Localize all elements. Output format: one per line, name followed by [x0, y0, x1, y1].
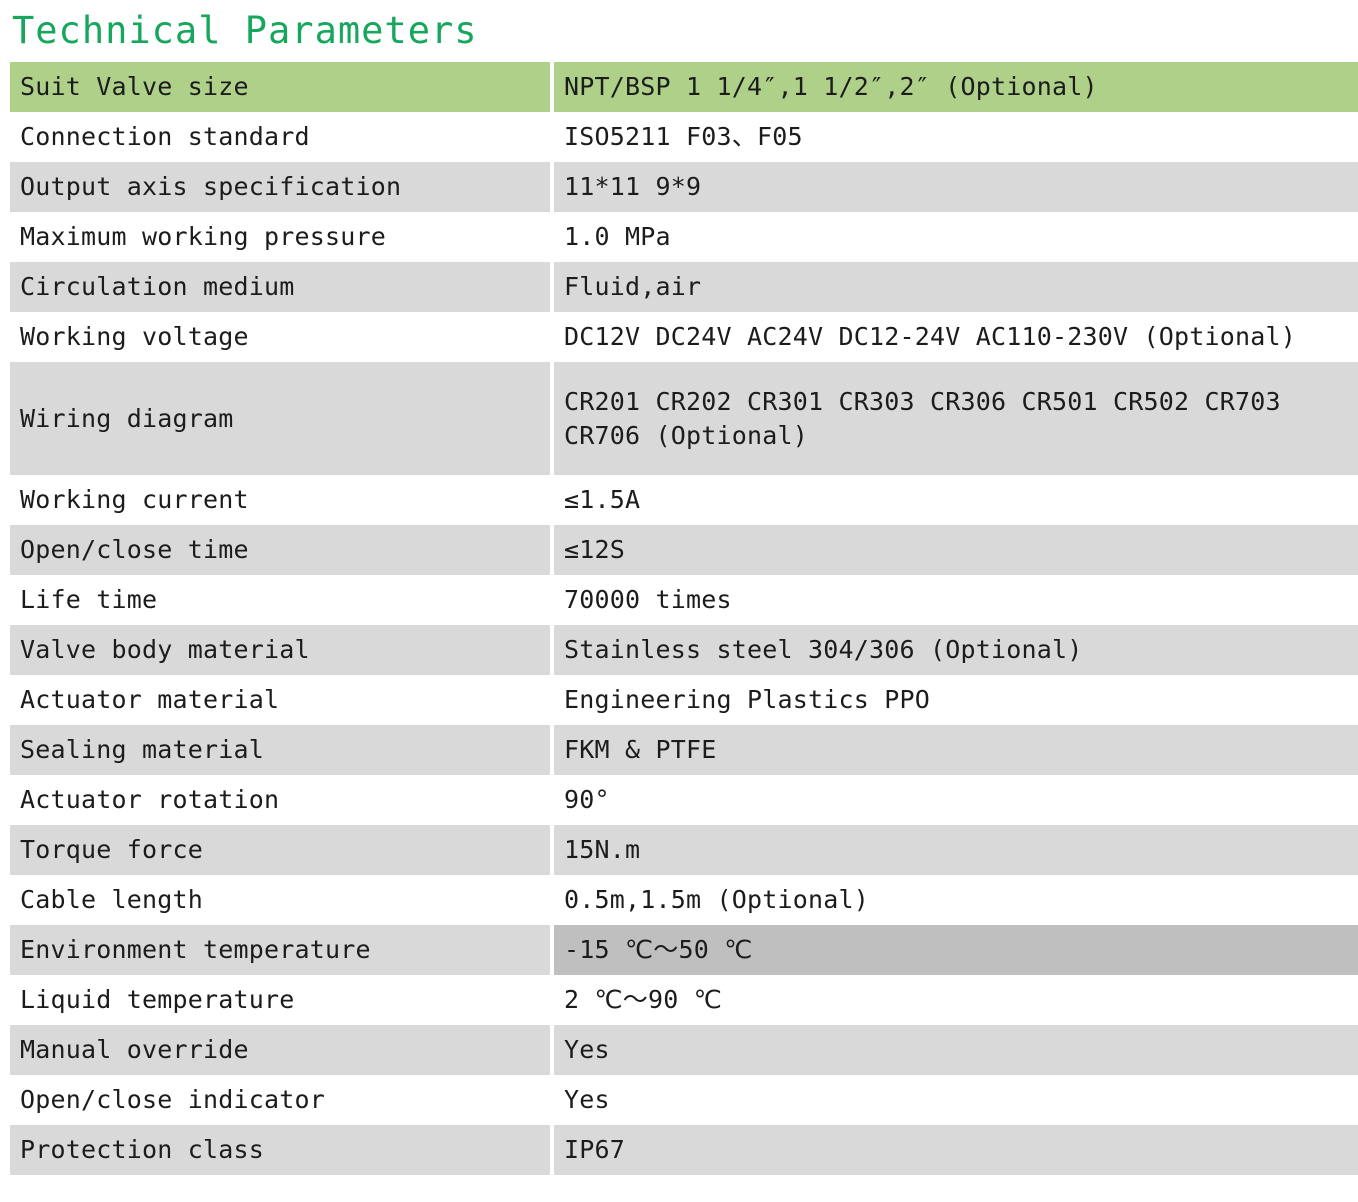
table-row: Working voltageDC12V DC24V AC24V DC12-24…	[10, 312, 1358, 362]
parameter-value: 1.0 MPa	[554, 212, 1358, 262]
parameter-label: Working current	[10, 475, 550, 525]
table-row: Actuator rotation90°	[10, 775, 1358, 825]
parameter-label: Sealing material	[10, 725, 550, 775]
table-body: Suit Valve sizeNPT/BSP 1 1/4″,1 1/2″,2″ …	[10, 62, 1358, 1175]
table-row: Liquid temperature2 ℃～90 ℃	[10, 975, 1358, 1025]
table-row: Open/close time≤12S	[10, 525, 1358, 575]
parameter-value: Yes	[554, 1075, 1358, 1125]
table-row: Circulation mediumFluid,air	[10, 262, 1358, 312]
table-row: Torque force15N.m	[10, 825, 1358, 875]
parameter-label: Environment temperature	[10, 925, 550, 975]
parameter-label: Protection class	[10, 1125, 550, 1175]
parameter-value: Engineering Plastics PPO	[554, 675, 1358, 725]
parameter-value: Fluid,air	[554, 262, 1358, 312]
parameter-value: 15N.m	[554, 825, 1358, 875]
parameter-label: Suit Valve size	[10, 62, 550, 112]
parameter-value: 11*11 9*9	[554, 162, 1358, 212]
parameter-value: 70000 times	[554, 575, 1358, 625]
table-row: Working current≤1.5A	[10, 475, 1358, 525]
parameter-label: Output axis specification	[10, 162, 550, 212]
parameter-label: Cable length	[10, 875, 550, 925]
parameter-value: CR201 CR202 CR301 CR303 CR306 CR501 CR50…	[554, 362, 1358, 475]
parameter-value: Yes	[554, 1025, 1358, 1075]
parameter-value: NPT/BSP 1 1/4″,1 1/2″,2″ (Optional)	[554, 62, 1358, 112]
parameter-value: IP67	[554, 1125, 1358, 1175]
table-row: Manual overrideYes	[10, 1025, 1358, 1075]
table-row: Connection standardISO5211 F03、F05	[10, 112, 1358, 162]
parameter-label: Liquid temperature	[10, 975, 550, 1025]
parameter-value: Stainless steel 304/306 (Optional)	[554, 625, 1358, 675]
parameter-label: Manual override	[10, 1025, 550, 1075]
parameter-value: FKM & PTFE	[554, 725, 1358, 775]
parameter-value: DC12V DC24V AC24V DC12-24V AC110-230V (O…	[554, 312, 1358, 362]
parameter-label: Wiring diagram	[10, 362, 550, 475]
parameter-value: -15 ℃～50 ℃	[554, 925, 1358, 975]
table-row: Sealing materialFKM & PTFE	[10, 725, 1358, 775]
page-title: Technical Parameters	[12, 8, 478, 54]
parameter-label: Connection standard	[10, 112, 550, 162]
spec-sheet-page: Technical Parameters Suit Valve sizeNPT/…	[0, 0, 1358, 1202]
parameter-value: 90°	[554, 775, 1358, 825]
table-row: Cable length0.5m,1.5m (Optional)	[10, 875, 1358, 925]
table-row: Suit Valve sizeNPT/BSP 1 1/4″,1 1/2″,2″ …	[10, 62, 1358, 112]
parameter-label: Actuator rotation	[10, 775, 550, 825]
parameter-label: Valve body material	[10, 625, 550, 675]
parameter-label: Torque force	[10, 825, 550, 875]
table-row: Valve body materialStainless steel 304/3…	[10, 625, 1358, 675]
parameter-label: Open/close indicator	[10, 1075, 550, 1125]
parameter-label: Open/close time	[10, 525, 550, 575]
parameter-value: 0.5m,1.5m (Optional)	[554, 875, 1358, 925]
parameter-label: Circulation medium	[10, 262, 550, 312]
table-row: Actuator materialEngineering Plastics PP…	[10, 675, 1358, 725]
parameter-value: 2 ℃～90 ℃	[554, 975, 1358, 1025]
technical-parameters-table: Suit Valve sizeNPT/BSP 1 1/4″,1 1/2″,2″ …	[10, 62, 1358, 1175]
parameter-value: ≤12S	[554, 525, 1358, 575]
table-row: Environment temperature-15 ℃～50 ℃	[10, 925, 1358, 975]
parameter-value: ISO5211 F03、F05	[554, 112, 1358, 162]
parameter-label: Actuator material	[10, 675, 550, 725]
parameter-value: ≤1.5A	[554, 475, 1358, 525]
parameter-label: Life time	[10, 575, 550, 625]
table-row: Output axis specification11*11 9*9	[10, 162, 1358, 212]
table-row: Protection classIP67	[10, 1125, 1358, 1175]
table-row: Maximum working pressure1.0 MPa	[10, 212, 1358, 262]
parameter-label: Maximum working pressure	[10, 212, 550, 262]
table-row: Life time70000 times	[10, 575, 1358, 625]
table-row: Wiring diagramCR201 CR202 CR301 CR303 CR…	[10, 362, 1358, 475]
parameter-label: Working voltage	[10, 312, 550, 362]
table-row: Open/close indicatorYes	[10, 1075, 1358, 1125]
